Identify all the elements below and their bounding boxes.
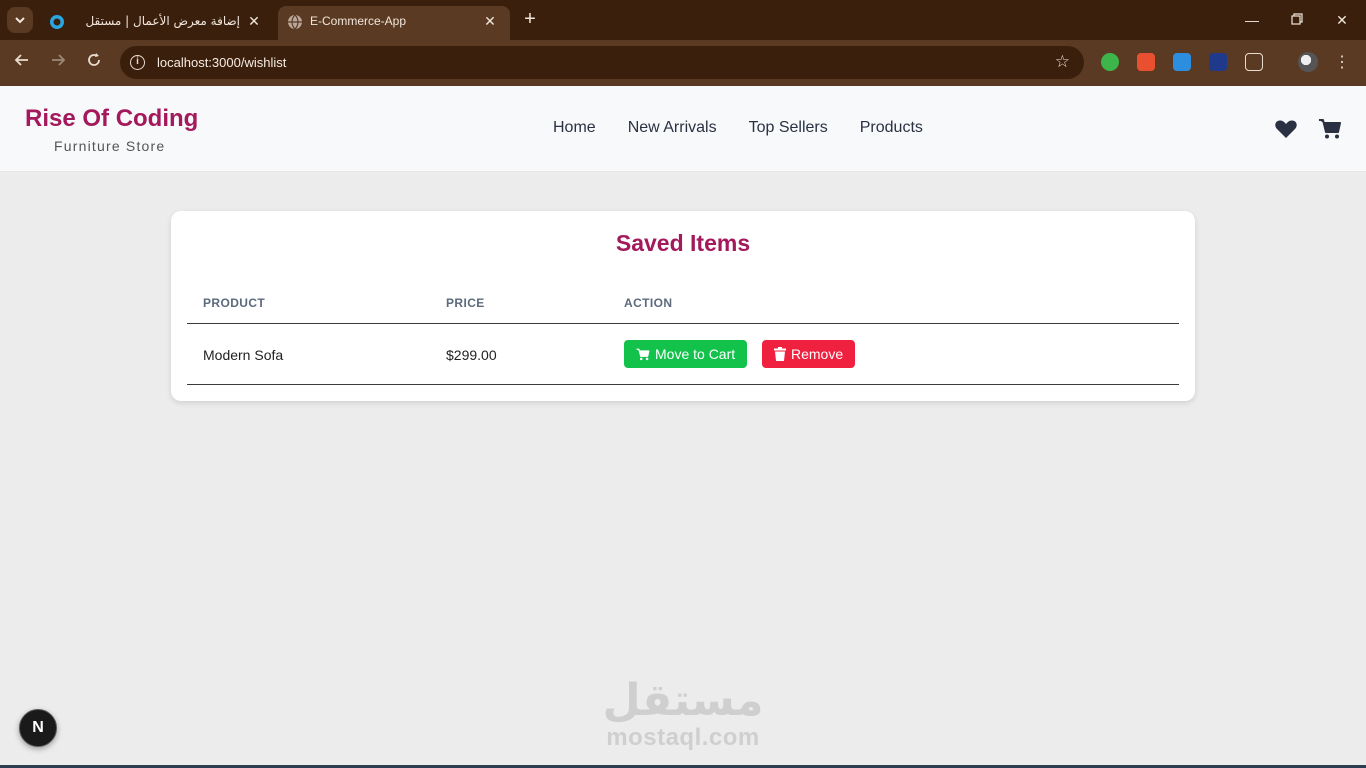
restore-icon	[1291, 13, 1303, 25]
address-bar[interactable]: i localhost:3000/wishlist ☆	[120, 46, 1084, 79]
page-title: Saved Items	[615, 230, 751, 256]
mostaql-watermark: مستقل mostaql.com	[560, 676, 806, 752]
profile-avatar[interactable]	[1298, 52, 1318, 72]
extension-icon[interactable]	[1137, 53, 1155, 71]
download-extension-icon[interactable]	[1173, 53, 1191, 71]
reload-button[interactable]	[83, 52, 105, 74]
mostaql-icon	[50, 15, 64, 29]
watermark-latin: mostaql.com	[606, 724, 760, 751]
cart-icon	[636, 348, 650, 360]
arrow-right-icon	[52, 54, 66, 66]
restore-window-button[interactable]	[1287, 10, 1307, 30]
brand-tagline: Furniture Store	[54, 138, 166, 154]
column-header-price: PRICE	[446, 296, 485, 310]
site-info-icon[interactable]: i	[130, 55, 145, 70]
remove-label: Remove	[791, 346, 844, 362]
tab-title: إضافة معرض الأعمال | مستقل	[85, 14, 240, 28]
table-header: PRODUCT PRICE ACTION	[187, 295, 1179, 324]
move-to-cart-button[interactable]: Move to Cart	[624, 340, 748, 368]
nav-products[interactable]: Products	[860, 119, 923, 137]
bookmark-star-icon[interactable]: ☆	[1055, 52, 1070, 72]
browser-tab-strip: إضافة معرض الأعمال | مستقل ✕ E-Commerce-…	[0, 0, 1366, 40]
cart-icon[interactable]	[1318, 118, 1342, 140]
tab-title: E-Commerce-App	[310, 14, 407, 28]
url-text[interactable]: localhost:3000/wishlist	[157, 55, 286, 70]
move-to-cart-label: Move to Cart	[655, 346, 736, 362]
site-header: Rise Of Coding Furniture Store Home New …	[0, 86, 1366, 172]
more-menu-icon[interactable]: ⋮	[1334, 52, 1350, 72]
globe-icon	[288, 14, 302, 30]
arrow-left-icon	[14, 54, 28, 66]
browser-tab-ecommerce[interactable]: E-Commerce-App ✕	[278, 6, 510, 40]
product-name: Modern Sofa	[203, 347, 284, 363]
main-nav: Home New Arrivals Top Sellers Products	[553, 119, 923, 137]
reload-icon	[88, 53, 100, 66]
extension-icon[interactable]	[1209, 53, 1227, 71]
heart-icon[interactable]	[1274, 118, 1298, 140]
browser-toolbar: i localhost:3000/wishlist ☆ ⋮	[0, 40, 1366, 86]
remove-button[interactable]: Remove	[762, 340, 856, 368]
wishlist-card: Saved Items PRODUCT PRICE ACTION Modern …	[171, 211, 1195, 401]
watermark-arabic: مستقل	[602, 675, 764, 726]
product-price: $299.00	[446, 347, 497, 363]
new-tab-button[interactable]: +	[520, 9, 540, 29]
trash-icon	[774, 347, 786, 361]
brand-logo[interactable]: Rise Of Coding	[25, 105, 198, 133]
column-header-action: ACTION	[624, 296, 673, 310]
tab-search-button[interactable]	[7, 7, 33, 33]
nextjs-dev-badge[interactable]: N	[19, 709, 57, 747]
close-tab-icon[interactable]: ✕	[246, 13, 262, 29]
nav-home[interactable]: Home	[553, 119, 596, 137]
nav-new-arrivals[interactable]: New Arrivals	[628, 119, 717, 137]
column-header-product: PRODUCT	[203, 296, 266, 310]
close-window-button[interactable]: ✕	[1332, 10, 1352, 30]
chevron-down-icon	[15, 17, 25, 24]
header-actions	[1274, 118, 1342, 140]
back-button[interactable]	[11, 52, 33, 74]
puzzle-extensions-icon[interactable]	[1245, 53, 1263, 71]
table-row: Modern Sofa $299.00 Move to Cart Remove	[187, 324, 1179, 385]
nav-top-sellers[interactable]: Top Sellers	[749, 119, 828, 137]
shield-extension-icon[interactable]	[1101, 53, 1119, 71]
close-tab-icon[interactable]: ✕	[482, 13, 498, 29]
forward-button[interactable]	[47, 52, 69, 74]
browser-tab-mostaql[interactable]: إضافة معرض الأعمال | مستقل ✕	[40, 6, 274, 40]
minimize-window-button[interactable]: —	[1242, 10, 1262, 30]
